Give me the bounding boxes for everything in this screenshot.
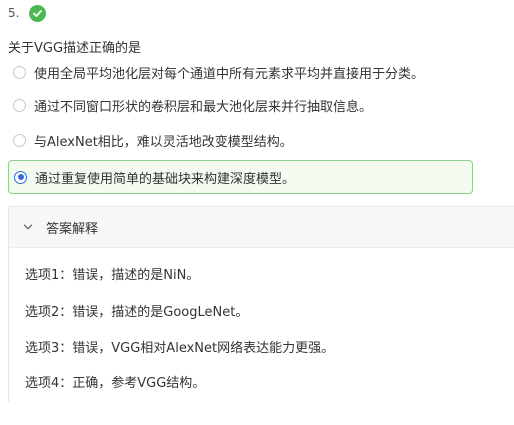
option-label: 通过重复使用简单的基础块来构建深度模型。 [35,171,296,187]
radio-button[interactable] [13,66,26,79]
explanation-toggle[interactable]: 答案解释 [9,207,514,248]
option-label: 使用全局平均池化层对每个通道中所有元素求平均并直接用于分类。 [34,67,425,82]
explanation-line-1: 选项1：错误，描述的是NiN。 [25,268,200,283]
radio-button[interactable] [13,134,26,147]
option-3[interactable]: 与AlexNet相比，难以灵活地改变模型结构。 [8,125,493,156]
question-title: 关于VGG描述正确的是 [8,41,142,56]
chevron-down-icon [23,222,33,232]
option-label: 通过不同窗口形状的卷积层和最大池化层来并行抽取信息。 [34,100,373,115]
option-4[interactable]: 通过重复使用简单的基础块来构建深度模型。 [8,160,473,194]
radio-button[interactable] [13,99,26,112]
option-label: 与AlexNet相比，难以灵活地改变模型结构。 [34,135,293,150]
option-2[interactable]: 通过不同窗口形状的卷积层和最大池化层来并行抽取信息。 [8,90,493,121]
radio-dot [17,174,24,180]
check-circle-icon [29,4,47,22]
radio-button-selected[interactable] [14,170,27,184]
explanation-title: 答案解释 [46,221,99,237]
explanation-line-4: 选项4：正确，参考VGG结构。 [25,376,206,391]
question-number: 5. [8,6,20,20]
question-card: 5. 关于VGG描述正确的是 使用全局平均池化层对每个通道中所有元素求平均并直接… [0,0,514,425]
option-1[interactable]: 使用全局平均池化层对每个通道中所有元素求平均并直接用于分类。 [8,57,493,88]
explanation-line-3: 选项3：错误，VGG相对AlexNet网络表达能力更强。 [25,341,335,356]
question-header: 5. [8,3,47,23]
explanation-panel: 答案解释 选项1：错误，描述的是NiN。 选项2：错误，描述的是GoogLeNe… [8,206,514,402]
explanation-line-2: 选项2：错误，描述的是GoogLeNet。 [25,305,249,320]
